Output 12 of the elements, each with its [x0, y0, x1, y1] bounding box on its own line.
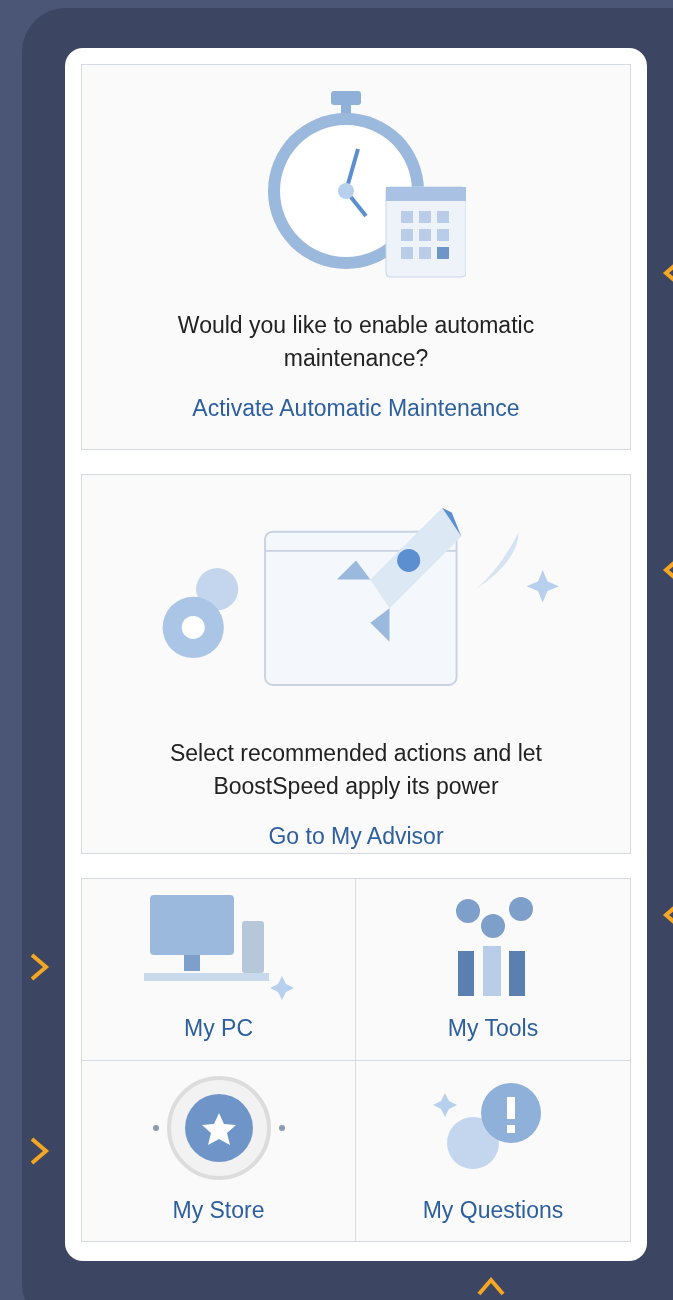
- tile[interactable]: My Tools: [356, 879, 630, 1061]
- tile[interactable]: My PC: [82, 879, 356, 1061]
- tile[interactable]: My Store: [82, 1060, 356, 1241]
- tile-label: My Questions: [422, 1195, 564, 1225]
- tile-label: My PC: [184, 1014, 253, 1043]
- tile-label: My Tools: [447, 1014, 539, 1043]
- card-message: Would you like to enable automatic maintenance?: [176, 311, 536, 373]
- tile[interactable]: My Questions: [356, 1060, 630, 1241]
- tile-label: My Store: [172, 1195, 265, 1225]
- card-message: Select recommended actions and let BoostSpeed apply its power: [168, 738, 543, 801]
- card-link[interactable]: Go to My Advisor: [268, 818, 444, 853]
- card-link[interactable]: Activate Automatic Maintenance: [192, 391, 520, 426]
